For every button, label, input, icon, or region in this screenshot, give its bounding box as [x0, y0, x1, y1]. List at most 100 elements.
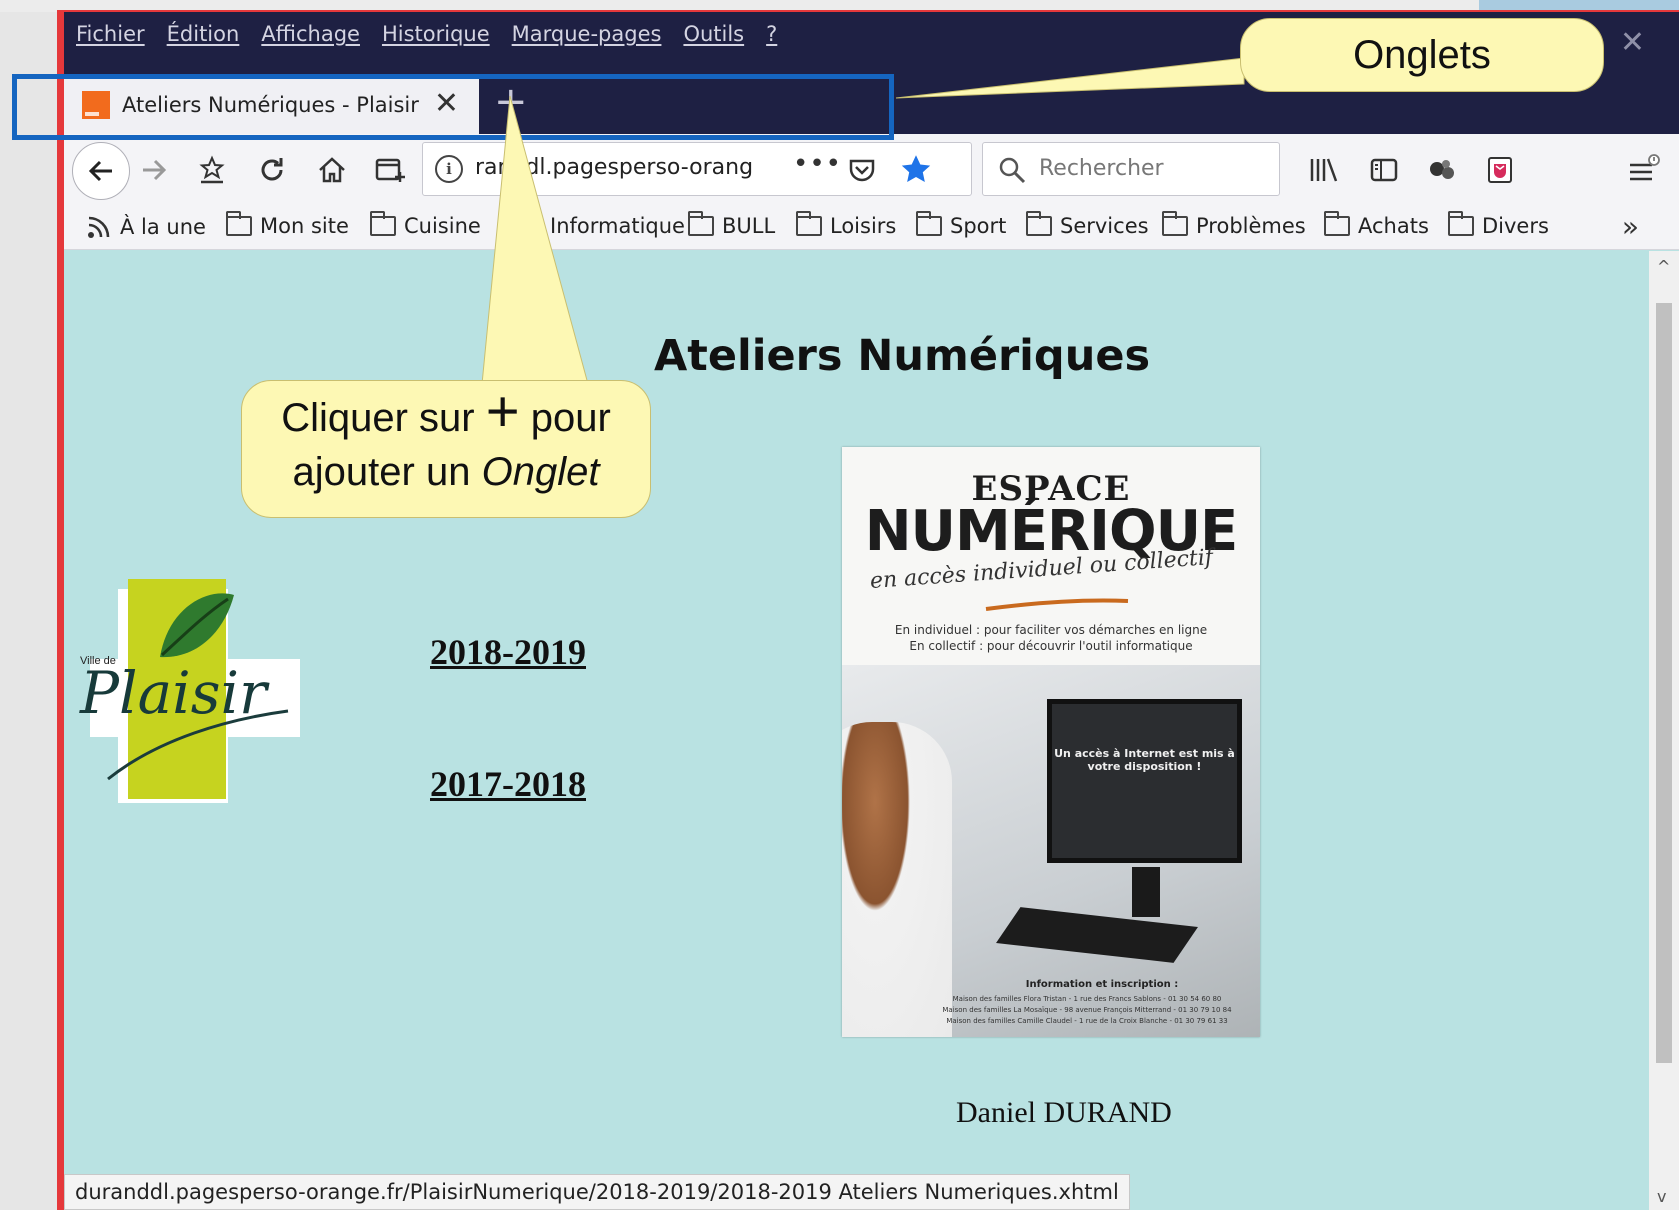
bookmark-sport[interactable]: Sport — [916, 211, 1007, 238]
star-tray-icon — [199, 155, 225, 184]
bookmark-label: À la une — [120, 215, 206, 239]
tab-ateliers-numeriques[interactable]: Ateliers Numériques - Plaisir ✕ — [64, 76, 479, 134]
menu-affichage[interactable]: Affichage — [261, 22, 360, 46]
bookmark-informatique[interactable]: Informatique — [516, 211, 685, 238]
back-button[interactable] — [72, 142, 130, 200]
menu-marque-pages[interactable]: Marque-pages — [512, 22, 662, 46]
sidebar-button[interactable] — [1362, 148, 1406, 192]
bookmark-label: Achats — [1358, 214, 1429, 238]
scroll-up-icon[interactable]: ^ — [1657, 257, 1670, 276]
bookmark-a-la-une[interactable]: À la une — [86, 214, 206, 240]
reload-icon — [261, 158, 283, 181]
info-icon[interactable]: i — [435, 155, 463, 183]
library-icon — [1310, 158, 1338, 182]
mail-extension-button[interactable] — [1478, 148, 1522, 192]
poster-person — [842, 722, 952, 1037]
bookmark-services[interactable]: Services — [1026, 211, 1149, 238]
folder-icon — [1026, 211, 1052, 236]
folder-icon — [1448, 211, 1474, 236]
navigation-toolbar: i randdl.pagesperso-orang ••• Rechercher — [64, 134, 1679, 206]
bookmark-mon-site[interactable]: Mon site — [226, 211, 349, 238]
bookmark-label: Problèmes — [1196, 214, 1306, 238]
vertical-scrollbar[interactable]: ^ v — [1649, 251, 1679, 1210]
link-2018-2019[interactable]: 2018-2019 — [430, 631, 586, 673]
menu-aide[interactable]: ? — [766, 22, 777, 46]
poster-info-title: Information et inscription : — [1025, 979, 1179, 990]
poster-info-line: Maison des familles Camille Claudel - 1 … — [946, 1017, 1228, 1025]
bookmark-problemes[interactable]: Problèmes — [1162, 211, 1306, 238]
poster-monitor — [1047, 699, 1242, 863]
folder-icon — [516, 211, 542, 236]
bookmark-label: Divers — [1482, 214, 1549, 238]
home-button[interactable] — [310, 148, 354, 192]
arrow-right-icon — [143, 159, 167, 181]
search-icon — [999, 157, 1026, 184]
bookmark-cuisine[interactable]: Cuisine — [370, 211, 481, 238]
link-2017-2018[interactable]: 2017-2018 — [430, 763, 586, 805]
bookmark-label: Services — [1060, 214, 1149, 238]
open-menu-button[interactable] — [1622, 148, 1666, 192]
arrow-left-icon — [88, 160, 112, 182]
espace-numerique-poster: ESPACE NUMÉRIQUE en accès individuel ou … — [842, 447, 1260, 1037]
bookmark-label: Informatique — [550, 214, 685, 238]
page-actions-icon[interactable]: ••• — [793, 149, 842, 179]
poster-monitor-stand — [1132, 867, 1160, 917]
bookmarks-toolbar: À la une Mon site Cuisine Informatique B… — [64, 206, 1679, 250]
bookmark-label: Cuisine — [404, 214, 481, 238]
url-value: randdl.pagesperso-orang — [475, 155, 754, 180]
pocket-icon[interactable] — [847, 155, 877, 189]
bookmark-label: Sport — [950, 214, 1007, 238]
home-icon — [319, 157, 345, 183]
poster-underline — [985, 598, 1129, 611]
bookmark-star-icon[interactable] — [899, 153, 933, 191]
address-bar[interactable]: i randdl.pagesperso-orang ••• — [422, 142, 972, 196]
reload-button[interactable] — [250, 148, 294, 192]
window-close-icon[interactable]: ✕ — [1620, 28, 1645, 58]
scroll-down-icon[interactable]: v — [1657, 1187, 1666, 1206]
extension-button[interactable] — [1420, 148, 1464, 192]
menu-outils[interactable]: Outils — [683, 22, 744, 46]
bookmark-label: BULL — [722, 214, 776, 238]
menu-bar: Fichier Édition Affichage Historique Mar… — [76, 22, 777, 46]
poster-line-individuel: En individuel : pour faciliter vos démar… — [894, 623, 1208, 637]
url-text[interactable]: randdl.pagesperso-orang — [475, 155, 765, 180]
window-plus-icon — [375, 158, 405, 182]
search-input[interactable]: Rechercher — [982, 142, 1280, 196]
author-name: Daniel DURAND — [956, 1096, 1172, 1129]
menu-historique[interactable]: Historique — [382, 22, 490, 46]
status-bar: duranddl.pagesperso-orange.fr/PlaisirNum… — [64, 1174, 1130, 1210]
poster-line-collectif: En collectif : pour découvrir l'outil in… — [909, 639, 1193, 653]
forward-button[interactable] — [132, 148, 176, 192]
rss-feed-icon — [88, 216, 110, 238]
folder-icon — [1324, 211, 1350, 236]
menu-edition[interactable]: Édition — [167, 22, 240, 46]
title-bar: Fichier Édition Affichage Historique Mar… — [64, 12, 1679, 134]
bookmark-achats[interactable]: Achats — [1324, 211, 1429, 238]
library-button[interactable] — [1302, 148, 1346, 192]
poster-info-line: Maison des familles Flora Tristan - 1 ru… — [952, 995, 1222, 1003]
page-title: Ateliers Numériques — [654, 331, 1151, 381]
hamburger-menu-icon — [1630, 154, 1660, 181]
bookmark-divers[interactable]: Divers — [1448, 211, 1549, 238]
menu-fichier[interactable]: Fichier — [76, 22, 145, 46]
bookmark-menu-button[interactable] — [190, 148, 234, 192]
shield-mail-icon — [1488, 157, 1512, 183]
bookmark-loisirs[interactable]: Loisirs — [796, 211, 897, 238]
folder-icon — [916, 211, 942, 236]
tab-close-icon[interactable]: ✕ — [434, 86, 459, 121]
new-tab-plus-icon[interactable]: + — [494, 82, 528, 122]
logo-plaisir: Plaisir — [80, 659, 267, 727]
folder-icon — [688, 211, 714, 236]
search-placeholder: Rechercher — [1039, 156, 1164, 181]
folder-icon — [226, 211, 252, 236]
folder-icon — [1162, 211, 1188, 236]
new-window-button[interactable] — [368, 148, 412, 192]
bookmark-label: Loisirs — [830, 214, 897, 238]
bookmark-bull[interactable]: BULL — [688, 211, 776, 238]
orange-favicon-icon — [82, 91, 110, 119]
chevron-double-right-icon[interactable]: » — [1622, 210, 1639, 243]
plaisir-logo: Ville de Plaisir — [78, 579, 318, 817]
scrollbar-thumb[interactable] — [1656, 303, 1672, 1063]
tab-title: Ateliers Numériques - Plaisir — [122, 93, 419, 117]
poster-screen-text: Un accès à Internet est mis à votre disp… — [1054, 747, 1235, 773]
